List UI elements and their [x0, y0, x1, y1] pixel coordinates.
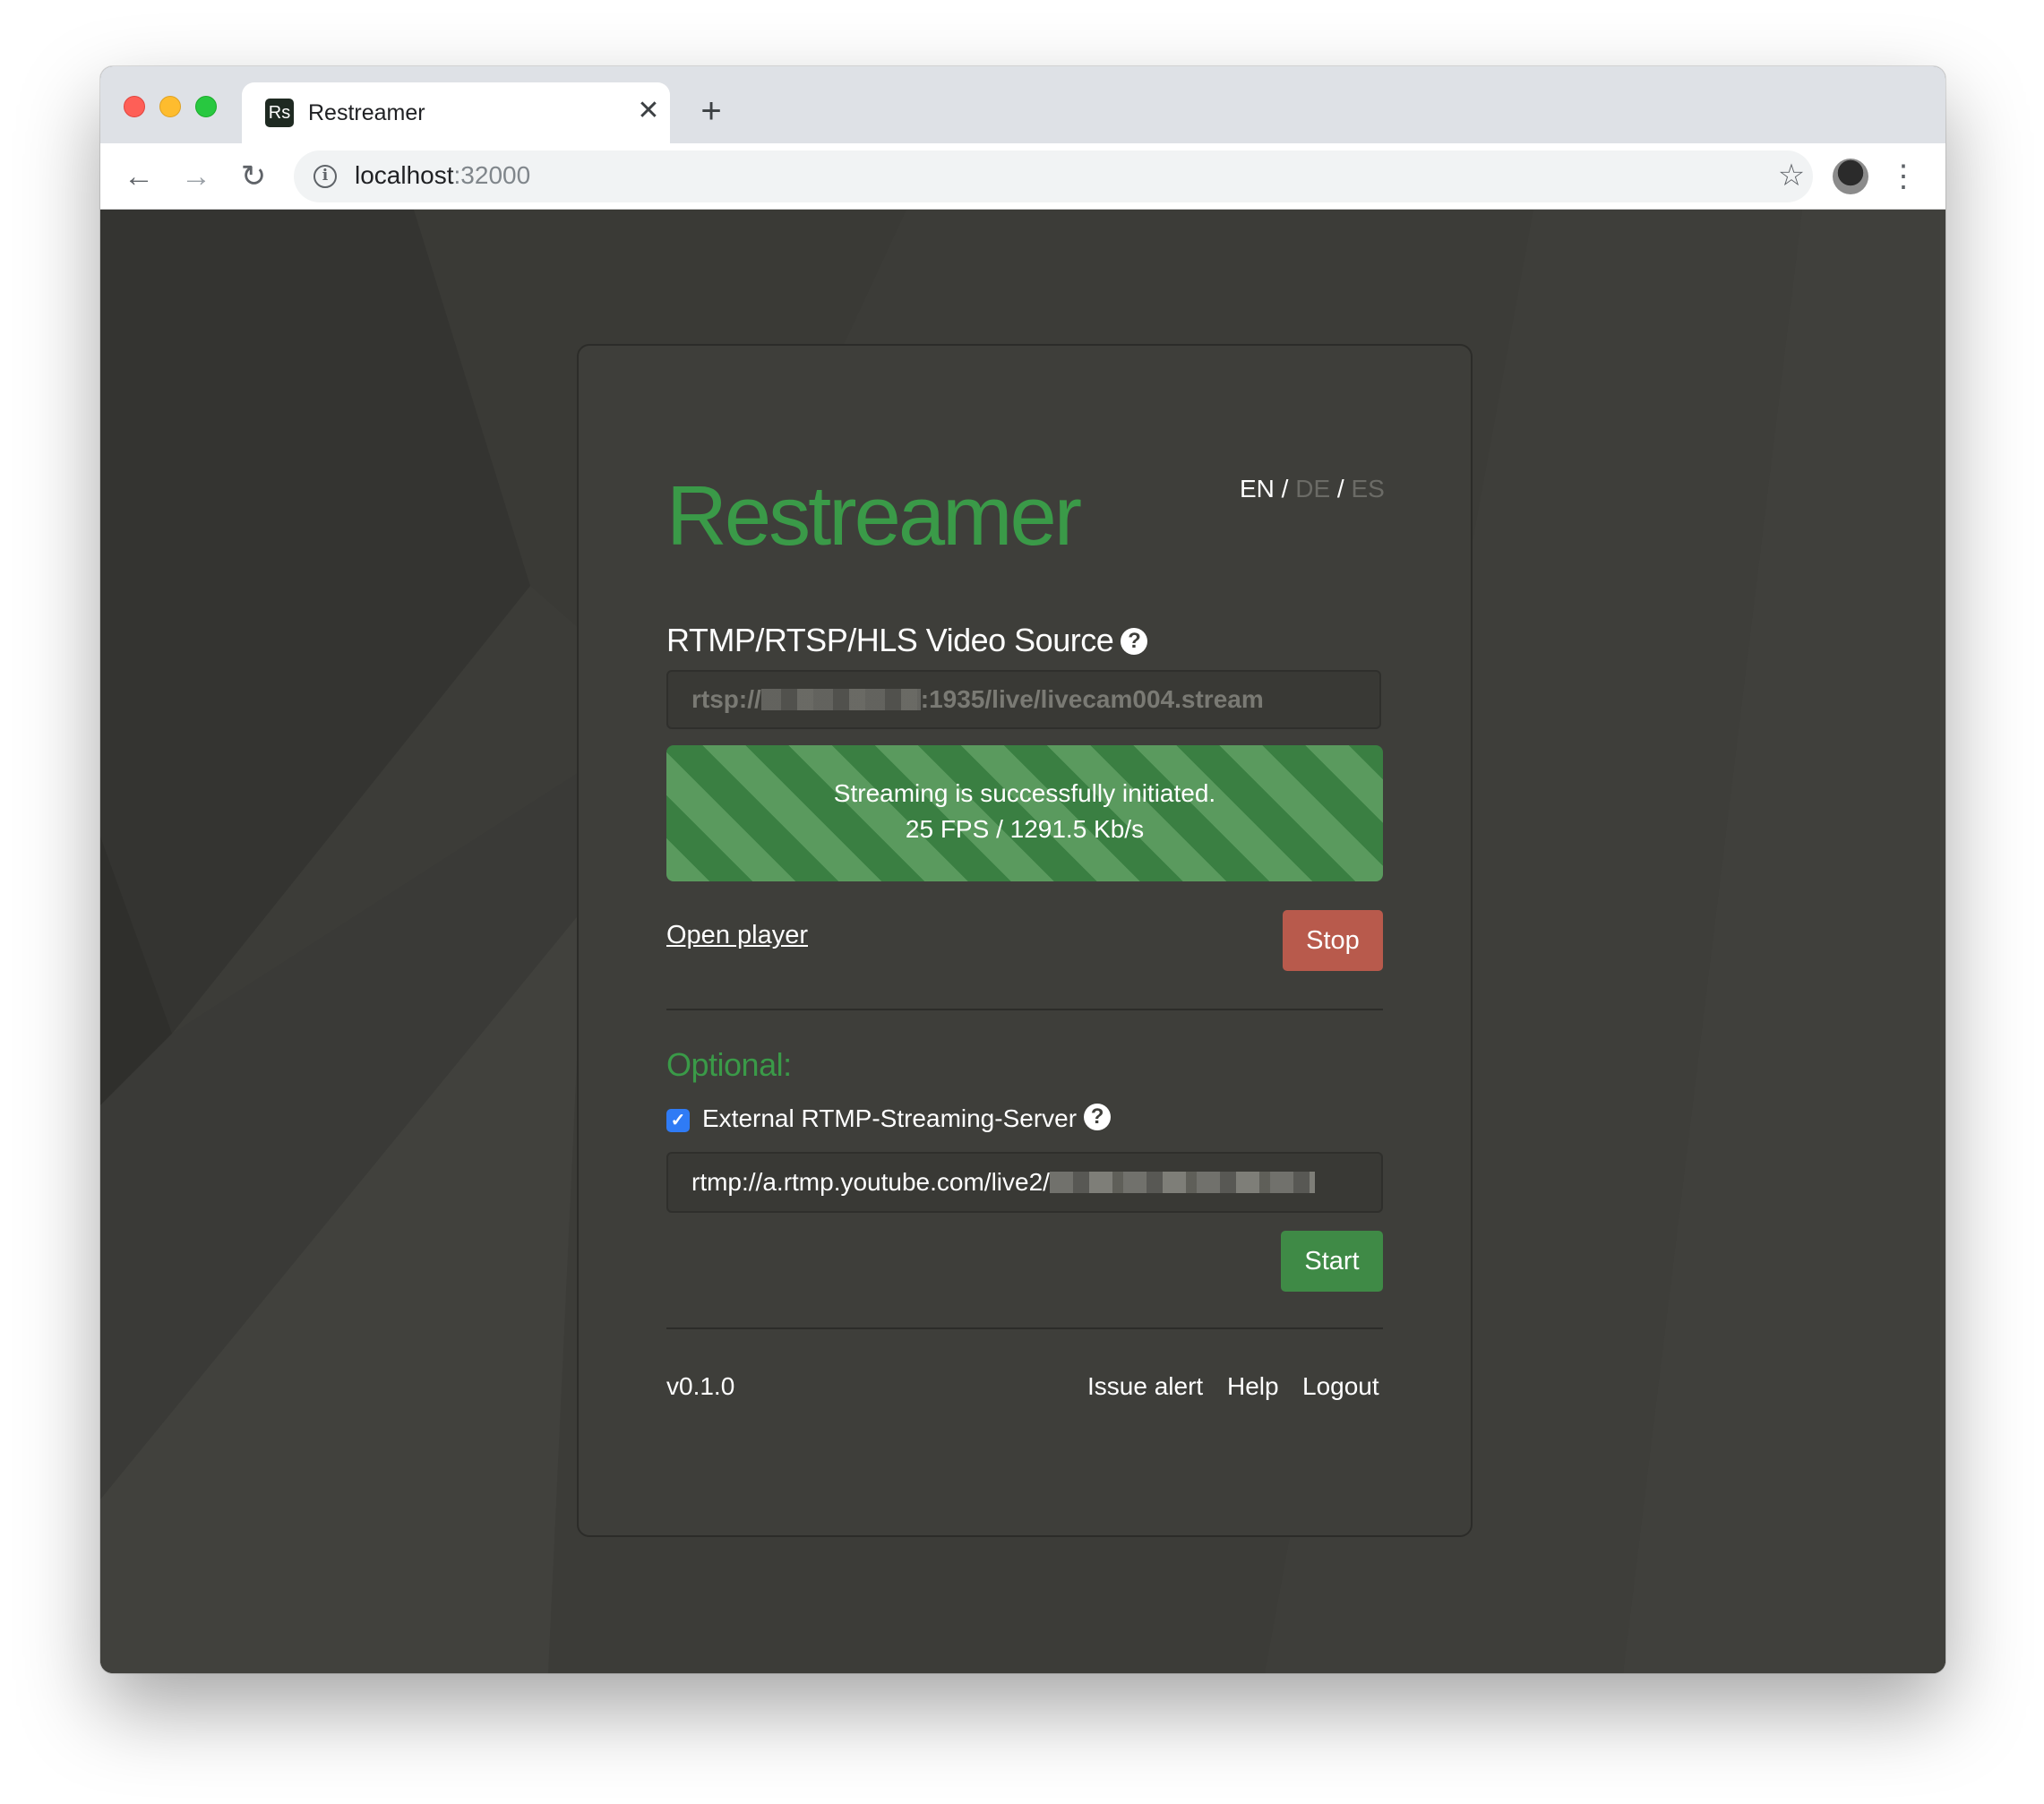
start-button[interactable]: Start: [1281, 1231, 1383, 1292]
lang-en[interactable]: EN: [1240, 475, 1275, 503]
app-logo: Restreamer: [666, 468, 1082, 563]
question-circle-icon[interactable]: ?: [1084, 1104, 1112, 1130]
address-bar[interactable]: i localhost:32000 ☆: [294, 150, 1813, 202]
url-host: localhost: [355, 161, 454, 189]
issue-alert-link[interactable]: Issue alert: [1087, 1372, 1203, 1401]
video-source-label-text: RTMP/RTSP/HLS Video Source: [666, 622, 1114, 658]
tab-close-icon[interactable]: ✕: [632, 95, 665, 127]
back-arrow-icon[interactable]: ←: [118, 156, 159, 197]
close-window-button[interactable]: [124, 96, 145, 117]
browser-window: Rs Restreamer ✕ + ← → ↻ i localhost:3200…: [100, 66, 1945, 1673]
status-stats: 25 FPS / 1291.5 Kb/s: [905, 815, 1145, 843]
stop-button[interactable]: Stop: [1283, 910, 1383, 971]
lang-es[interactable]: ES: [1352, 475, 1385, 503]
lang-de[interactable]: DE: [1295, 475, 1330, 503]
new-tab-icon[interactable]: +: [693, 93, 729, 129]
browser-toolbar: ← → ↻ i localhost:32000 ☆ ⋮: [100, 143, 1945, 210]
redacted-host: [760, 689, 921, 710]
divider: [666, 1009, 1383, 1010]
source-url-prefix: rtsp://: [691, 685, 761, 713]
bookmark-star-icon[interactable]: ☆: [1773, 158, 1809, 193]
url-port: :32000: [453, 161, 531, 189]
help-link[interactable]: Help: [1227, 1372, 1279, 1401]
optional-heading: Optional:: [666, 1046, 792, 1083]
logout-link[interactable]: Logout: [1302, 1372, 1379, 1401]
video-source-label: RTMP/RTSP/HLS Video Source?: [666, 622, 1148, 659]
divider: [666, 1327, 1383, 1329]
streaming-status-banner: Streaming is successfully initiated. 25 …: [666, 745, 1383, 881]
video-source-input[interactable]: rtsp:// :1935/live/livecam004.stream: [666, 670, 1381, 729]
version-label: v0.1.0: [666, 1372, 735, 1400]
forward-arrow-icon[interactable]: →: [176, 156, 217, 197]
restreamer-favicon-icon: Rs: [265, 99, 294, 127]
status-message: Streaming is successfully initiated.: [833, 779, 1216, 807]
redacted-stream-key: [1049, 1172, 1315, 1193]
external-server-checkbox[interactable]: ✓: [666, 1109, 690, 1132]
minimize-window-button[interactable]: [159, 96, 181, 117]
external-server-label: External RTMP-Streaming-Server?: [702, 1104, 1112, 1133]
tab-restreamer[interactable]: Rs Restreamer ✕: [242, 82, 670, 143]
profile-avatar[interactable]: [1833, 159, 1868, 194]
external-url-prefix: rtmp://a.rtmp.youtube.com/live2/: [691, 1168, 1050, 1196]
url-text[interactable]: localhost:32000: [355, 161, 530, 190]
external-server-input[interactable]: rtmp://a.rtmp.youtube.com/live2/: [666, 1152, 1383, 1213]
restreamer-panel: Restreamer EN / DE / ES RTMP/RTSP/HLS Vi…: [577, 344, 1473, 1537]
language-switcher: EN / DE / ES: [1240, 475, 1385, 503]
reload-icon[interactable]: ↻: [233, 156, 274, 197]
lang-separator: /: [1330, 475, 1352, 503]
maximize-window-button[interactable]: [195, 96, 217, 117]
source-url-suffix: :1935/live/livecam004.stream: [920, 685, 1264, 713]
external-server-label-text: External RTMP-Streaming-Server: [702, 1104, 1078, 1132]
lang-separator: /: [1274, 475, 1296, 503]
site-info-icon[interactable]: i: [313, 165, 337, 188]
browser-menu-icon[interactable]: ⋮: [1888, 158, 1919, 195]
tab-strip: Rs Restreamer ✕ +: [100, 66, 1945, 143]
tab-title: Restreamer: [308, 100, 425, 125]
page-content: Restreamer EN / DE / ES RTMP/RTSP/HLS Vi…: [100, 210, 1945, 1673]
open-player-link[interactable]: Open player: [666, 921, 808, 950]
question-circle-icon[interactable]: ?: [1121, 628, 1148, 655]
